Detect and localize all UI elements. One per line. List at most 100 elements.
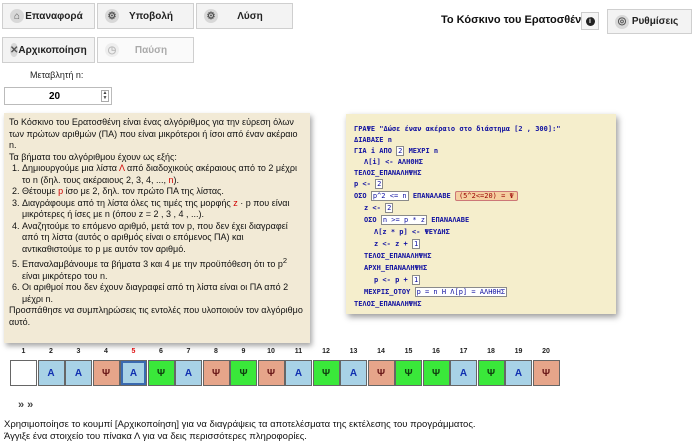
pause-button[interactable]: ◷ Παύση (97, 37, 194, 63)
code-line: z <- z + 1 (374, 239, 421, 249)
solution-button[interactable]: ⚙ Λύση (196, 3, 293, 29)
code-line: ΔΙΑΒΑΣΕ n (354, 136, 392, 144)
code-line: ΟΣΟ p^2 <= n ΕΠΑΝΑΛΑΒΕ (5^2<=20) = Ψ (354, 191, 518, 201)
code-line: ΜΕΧΡΙΣ_ΟΤΟΥ p = n Η Λ[p] = ΑΛΗΘΗΣ (364, 287, 508, 297)
array-cell[interactable]: Ψ (422, 360, 450, 386)
cell-index: 6 (159, 348, 163, 355)
code-line: ΤΕΛΟΣ_ΕΠΑΝΑΛΗΨΗΣ (364, 252, 432, 260)
array-cell[interactable]: Α (340, 360, 367, 386)
code-line: ΑΡΧΗ_ΕΠΑΝΑΛΗΨΗΣ (364, 264, 428, 272)
array-cell[interactable]: Ψ (312, 360, 340, 386)
array-cell[interactable]: Α (175, 360, 202, 386)
cell-index: 8 (214, 348, 218, 355)
code-line: z <- 2 (364, 203, 394, 213)
step-4: Αναζητούμε το επόμενο αριθμό, μετά τον p… (22, 221, 305, 256)
array-cell[interactable]: Ψ (395, 360, 422, 386)
array-cell[interactable]: Α (120, 360, 147, 386)
cell-index: 9 (241, 348, 246, 355)
desc-intro: Το Κόσκινο του Ερατοσθένη είναι ένας αλγ… (9, 117, 298, 150)
step-6: Οι αριθμοί που δεν έχουν διαγραφεί από τ… (22, 282, 305, 305)
n-input[interactable]: 20 ▲ ▼ (4, 87, 112, 105)
code-blank[interactable]: 2 (396, 146, 405, 156)
condition-badge: (5^2<=20) = Ψ (454, 191, 518, 201)
init-button[interactable]: ✕ Αρχικοποίηση (2, 37, 95, 63)
cell-index: 4 (104, 348, 108, 355)
footer-line-1: Χρησιμοποίησε το κουμπί [Αρχικοποίηση] γ… (4, 419, 476, 430)
code-blank[interactable]: p = n Η Λ[p] = ΑΛΗΘΗΣ (414, 287, 508, 297)
array-cell[interactable]: Α (65, 360, 92, 386)
cell-index: 19 (514, 348, 523, 355)
cell-index: 15 (404, 348, 413, 355)
cell-index: 18 (487, 348, 495, 355)
cell-index: 7 (186, 348, 191, 355)
code-line: ΟΣΟ n >= p * z ΕΠΑΝΑΛΑΒΕ (364, 215, 470, 225)
cell-index: 17 (459, 348, 468, 355)
pause-label: Παύση (134, 44, 168, 56)
footer-line-2: Άγγιξε ένα στοιχείο του πίνακα Λ για να … (4, 431, 307, 442)
step-5: Επαναλαμβάνουμε τα βήματα 3 και 4 με την… (22, 255, 305, 282)
n-value: 20 (49, 91, 61, 102)
code-line: Λ[z * p] <- ΨΕΥΔΗΣ (374, 228, 450, 236)
init-label: Αρχικοποίηση (18, 44, 87, 56)
array-cell[interactable]: Ψ (202, 360, 230, 386)
array-cell[interactable] (10, 360, 37, 386)
gear-icon: ⚙ (204, 9, 218, 23)
code-line: p <- p + 1 (374, 275, 421, 285)
code-line: Λ[i] <- ΑΛΗΘΗΣ (364, 158, 424, 166)
submit-button[interactable]: ⚙ Υποβολή (97, 3, 194, 29)
step-3: Διαγράφουμε από τη λίστα όλες τις τιμές … (22, 198, 305, 221)
reset-button[interactable]: ⌂ Επαναφορά (2, 3, 95, 29)
cell-index: 10 (267, 348, 275, 355)
home-icon: ⌂ (10, 9, 24, 23)
clock-icon: ◷ (105, 43, 119, 57)
code-blank[interactable]: 2 (385, 203, 394, 213)
cell-index: 3 (76, 348, 81, 355)
code-line: p <- 2 (354, 179, 384, 189)
code-line: ΤΕΛΟΣ_ΕΠΑΝΑΛΗΨΗΣ (354, 300, 422, 308)
array-cell[interactable]: Ψ (532, 360, 560, 386)
description-panel: Το Κόσκινο του Ερατοσθένη είναι ένας αλγ… (4, 113, 310, 343)
cell-index: 20 (542, 348, 550, 355)
info-button[interactable]: i (581, 12, 599, 30)
cell-index: 12 (322, 348, 330, 355)
variable-label: Μεταβλητή n: (30, 70, 84, 80)
array-cell[interactable]: Α (450, 360, 477, 386)
cell-index: 14 (377, 348, 385, 355)
desc-steps-heading: Τα βήματα του αλγόριθμου έχουν ως εξής: (9, 151, 177, 162)
code-blank[interactable]: 2 (375, 179, 384, 189)
array-cell[interactable]: Α (37, 360, 65, 386)
array-cell[interactable]: Ψ (230, 360, 257, 386)
code-blank[interactable]: 1 (411, 239, 421, 249)
array-cell[interactable]: Ψ (477, 360, 505, 386)
code-line: ΓΙΑ i ΑΠΟ 2 ΜΕΧΡΙ n (354, 146, 439, 156)
settings-label: Ρυθμίσεις (631, 16, 679, 27)
code-panel: ΓΡΑΨΕ "Δώσε έναν ακέραιο στο διάστημα [2… (346, 114, 616, 314)
cell-index: 2 (49, 348, 53, 355)
code-line: ΓΡΑΨΕ "Δώσε έναν ακέραιο στο διάστημα [2… (354, 125, 561, 133)
gear-icon: ⚙ (105, 9, 119, 23)
desc-outro: Προσπάθησε να συμπληρώσεις τις εντολές π… (9, 305, 303, 327)
code-blank[interactable]: p^2 <= n (370, 191, 409, 201)
cell-index: 5 (131, 348, 136, 355)
solution-label: Λύση (237, 10, 263, 22)
code-blank[interactable]: n >= p * z (380, 215, 428, 225)
array-cell[interactable]: Ψ (257, 360, 285, 386)
array-cell[interactable]: Ψ (92, 360, 120, 386)
array-cell[interactable]: Α (505, 360, 532, 386)
array-cell[interactable]: Ψ (367, 360, 395, 386)
array-cell[interactable]: Ψ (147, 360, 175, 386)
cell-index: 16 (432, 348, 440, 355)
step-1: Δημιουργούμε μια λίστα Λ από διαδοχικούς… (22, 163, 305, 186)
n-stepper[interactable]: ▲ ▼ (101, 90, 109, 102)
step-2: Θέτουμε p ίσο με 2, δηλ. τον πρώτο ΠΑ τη… (22, 186, 305, 198)
close-icon: ✕ (10, 43, 19, 57)
steps-list: Δημιουργούμε μια λίστα Λ από διαδοχικούς… (22, 163, 305, 305)
settings-button[interactable]: ◎ Ρυθμίσεις (607, 9, 692, 34)
cell-index: 11 (294, 348, 303, 355)
reset-label: Επαναφορά (25, 10, 83, 22)
code-blank[interactable]: 1 (411, 275, 421, 285)
cell-index: 13 (349, 348, 358, 355)
array-cell[interactable]: Α (285, 360, 312, 386)
app-title: Το Κόσκινο του Ερατοσθένη (441, 14, 588, 26)
scroll-arrows-icon[interactable]: » » (18, 399, 33, 411)
